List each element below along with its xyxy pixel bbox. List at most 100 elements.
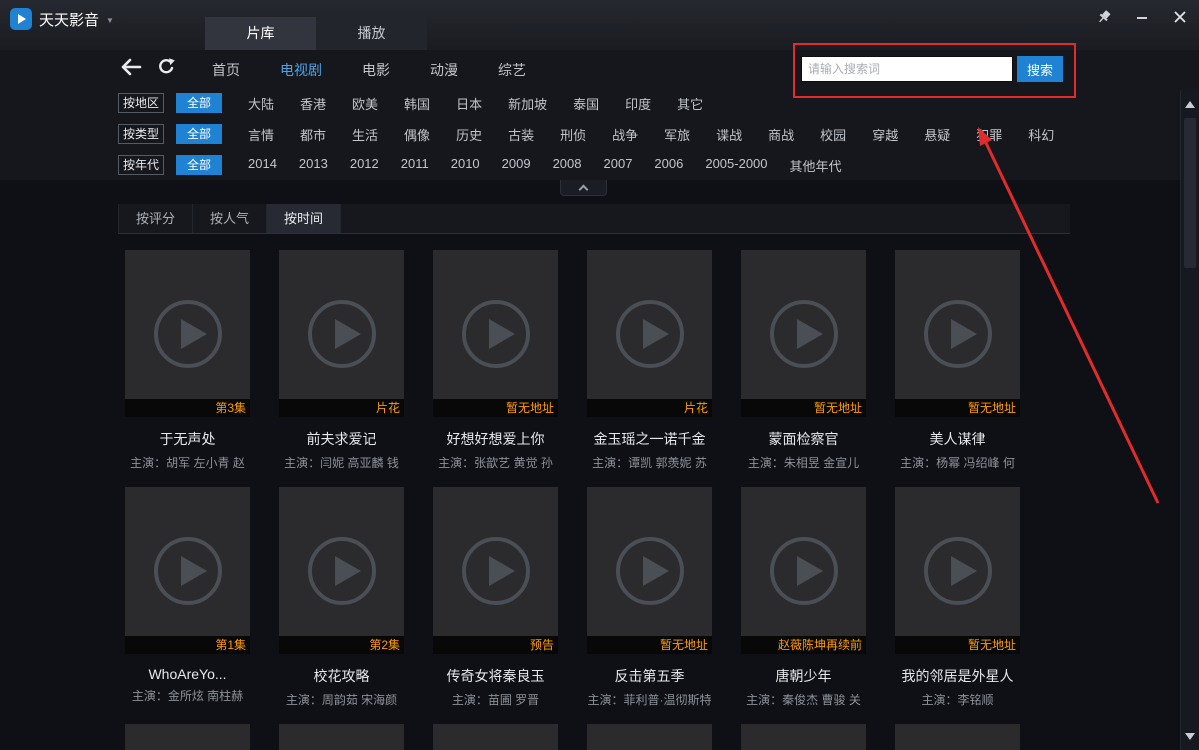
movie-card[interactable]: 第3集于无声处主演：胡军 左小青 赵	[125, 250, 250, 473]
movie-card[interactable]: 片花前夫求爱记主演：闫妮 高亚麟 钱	[279, 250, 404, 473]
filter-option[interactable]: 古装	[508, 125, 534, 144]
filter-option[interactable]: 军旅	[664, 125, 690, 144]
movie-thumbnail[interactable]	[895, 724, 1020, 750]
filter-option[interactable]: 2010	[451, 156, 480, 175]
titlebar-tab[interactable]: 片库	[205, 17, 316, 50]
movie-thumbnail[interactable]: 第1集	[125, 487, 250, 654]
refresh-button[interactable]	[156, 57, 176, 77]
filter-option[interactable]: 言情	[248, 125, 274, 144]
movie-thumbnail[interactable]	[741, 724, 866, 750]
movie-card[interactable]: 片花金玉瑶之一诺千金主演：谭凯 郭羡妮 苏	[587, 250, 712, 473]
scroll-up-button[interactable]	[1181, 93, 1199, 115]
movie-thumbnail[interactable]: 片花	[279, 250, 404, 417]
filter-option[interactable]: 其它	[677, 94, 703, 113]
filter-option[interactable]: 刑侦	[560, 125, 586, 144]
filter-option[interactable]: 2011	[401, 156, 429, 175]
minimize-button[interactable]	[1133, 8, 1151, 26]
movie-thumbnail[interactable]: 暂无地址	[741, 250, 866, 417]
movie-thumbnail[interactable]: 第2集	[279, 487, 404, 654]
movie-title: 校花攻略	[279, 666, 404, 686]
pin-button[interactable]	[1095, 8, 1113, 26]
nav-history-buttons	[120, 57, 176, 77]
filter-option[interactable]: 泰国	[573, 94, 599, 113]
filter-option[interactable]: 商战	[768, 125, 794, 144]
filter-option[interactable]: 科幻	[1028, 125, 1054, 144]
filter-option[interactable]: 欧美	[352, 94, 378, 113]
filter-option[interactable]: 犯罪	[976, 125, 1002, 144]
movie-thumbnail[interactable]: 暂无地址	[587, 487, 712, 654]
movie-thumbnail[interactable]: 预告	[433, 487, 558, 654]
movie-thumbnail[interactable]: 第3集	[125, 250, 250, 417]
movie-card[interactable]: 预告传奇女将秦良玉主演：苗圃 罗晋	[433, 487, 558, 710]
movie-card-partial[interactable]	[587, 724, 712, 750]
filter-option[interactable]: 战争	[612, 125, 638, 144]
filter-option[interactable]: 2008	[553, 156, 582, 175]
movie-thumbnail[interactable]: 赵薇陈坤再续前	[741, 487, 866, 654]
movie-thumbnail[interactable]	[587, 724, 712, 750]
movie-thumbnail[interactable]: 暂无地址	[895, 487, 1020, 654]
filter-option[interactable]: 2009	[502, 156, 531, 175]
nav-link[interactable]: 电影	[362, 60, 390, 80]
filter-option[interactable]: 生活	[352, 125, 378, 144]
filter-option[interactable]: 新加坡	[508, 94, 547, 113]
sort-tab[interactable]: 按时间	[267, 204, 341, 233]
filter-option[interactable]: 2006	[654, 156, 683, 175]
movie-thumbnail[interactable]: 片花	[587, 250, 712, 417]
filter-option[interactable]: 日本	[456, 94, 482, 113]
search-input[interactable]	[801, 56, 1013, 82]
filter-option[interactable]: 大陆	[248, 94, 274, 113]
sort-tab[interactable]: 按人气	[193, 204, 267, 233]
movie-thumbnail[interactable]: 暂无地址	[433, 250, 558, 417]
nav-link[interactable]: 动漫	[430, 60, 458, 80]
movie-card-partial[interactable]	[279, 724, 404, 750]
filter-option[interactable]: 2014	[248, 156, 277, 175]
filter-all-button[interactable]: 全部	[176, 93, 222, 113]
search-button[interactable]: 搜索	[1017, 56, 1063, 82]
filter-option[interactable]: 2007	[604, 156, 633, 175]
collapse-filters-button[interactable]	[560, 180, 607, 196]
movie-card[interactable]: 暂无地址我的邻居是外星人主演：李铭顺	[895, 487, 1020, 710]
titlebar-tab[interactable]: 播放	[316, 17, 427, 50]
filter-option[interactable]: 谍战	[716, 125, 742, 144]
filter-option[interactable]: 校园	[820, 125, 846, 144]
movie-thumbnail[interactable]	[279, 724, 404, 750]
filter-option[interactable]: 印度	[625, 94, 651, 113]
back-button[interactable]	[120, 58, 142, 76]
movie-thumbnail[interactable]	[125, 724, 250, 750]
scrollbar-thumb[interactable]	[1184, 118, 1196, 268]
movie-card-partial[interactable]	[433, 724, 558, 750]
nav-link[interactable]: 电视剧	[280, 60, 322, 80]
movie-card[interactable]: 暂无地址好想好想爱上你主演：张歆艺 黄觉 孙	[433, 250, 558, 473]
movie-card-partial[interactable]	[125, 724, 250, 750]
filter-option[interactable]: 韩国	[404, 94, 430, 113]
movie-card[interactable]: 第2集校花攻略主演：周韵茹 宋海颜	[279, 487, 404, 710]
filter-option[interactable]: 偶像	[404, 125, 430, 144]
filter-option[interactable]: 2012	[350, 156, 379, 175]
filter-all-button[interactable]: 全部	[176, 155, 222, 175]
filter-option[interactable]: 都市	[300, 125, 326, 144]
app-menu[interactable]: 天天影音 ▼	[10, 7, 114, 31]
movie-card[interactable]: 第1集WhoAreYo...主演：金所炫 南柱赫	[125, 487, 250, 710]
nav-link[interactable]: 首页	[212, 60, 240, 80]
sort-tab[interactable]: 按评分	[118, 204, 193, 233]
filter-option[interactable]: 其他年代	[790, 156, 842, 175]
filter-option[interactable]: 历史	[456, 125, 482, 144]
movie-card[interactable]: 赵薇陈坤再续前唐朝少年主演：秦俊杰 曹骏 关	[741, 487, 866, 710]
filter-option[interactable]: 穿越	[872, 125, 898, 144]
movie-card[interactable]: 暂无地址反击第五季主演：菲利普·温彻斯特	[587, 487, 712, 710]
filter-option[interactable]: 香港	[300, 94, 326, 113]
close-button[interactable]	[1171, 8, 1189, 26]
scrollbar[interactable]	[1180, 90, 1199, 750]
filter-all-button[interactable]: 全部	[176, 124, 222, 144]
movie-card-partial[interactable]	[895, 724, 1020, 750]
movie-thumbnail[interactable]	[433, 724, 558, 750]
filter-option[interactable]: 2013	[299, 156, 328, 175]
filter-option[interactable]: 悬疑	[924, 125, 950, 144]
movie-card[interactable]: 暂无地址美人谋律主演：杨幂 冯绍峰 何	[895, 250, 1020, 473]
movie-thumbnail[interactable]: 暂无地址	[895, 250, 1020, 417]
filter-option[interactable]: 2005-2000	[705, 156, 767, 175]
scroll-down-button[interactable]	[1181, 725, 1199, 747]
movie-card-partial[interactable]	[741, 724, 866, 750]
movie-card[interactable]: 暂无地址蒙面检察官主演：朱相昱 金宣儿	[741, 250, 866, 473]
nav-link[interactable]: 综艺	[498, 60, 526, 80]
